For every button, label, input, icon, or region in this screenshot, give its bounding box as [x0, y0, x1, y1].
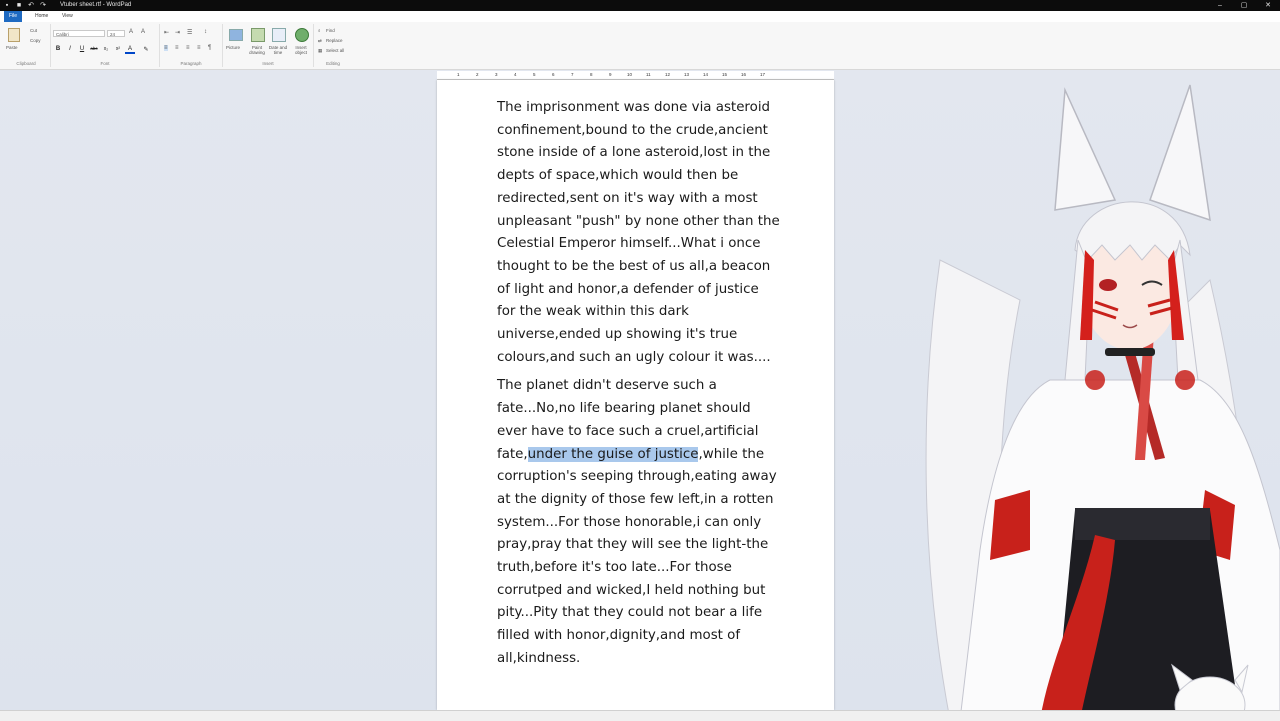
line-spacing-icon[interactable]: ↕ — [204, 29, 207, 35]
title-bar: ▪ ■ ↶ ↷ Vtuber sheet.rtf - WordPad – ▢ ✕ — [0, 0, 1280, 11]
ruler-tick: 17 — [760, 72, 766, 77]
picture-icon[interactable] — [229, 29, 243, 41]
font-family-select[interactable]: Calibri — [53, 30, 105, 37]
font-label: Font — [100, 61, 110, 66]
paragraph-1[interactable]: The imprisonment was done via asteroid c… — [497, 97, 781, 369]
paragraph-2-end[interactable]: ,while the corruption's seeping through,… — [497, 447, 777, 666]
decrease-indent-icon[interactable]: ⇤ — [164, 29, 169, 36]
paint-drawing-icon[interactable] — [251, 28, 265, 42]
paste-button[interactable]: Paste — [6, 45, 18, 50]
bullets-icon[interactable]: ☰ — [187, 29, 192, 36]
grow-font-icon[interactable]: A — [129, 29, 133, 35]
document-page[interactable]: The imprisonment was done via asteroid c… — [437, 80, 834, 710]
paste-icon[interactable] — [8, 28, 20, 42]
right-ear-icon — [1149, 84, 1211, 222]
insert-object-icon[interactable] — [295, 28, 309, 42]
increase-indent-icon[interactable]: ⇥ — [175, 29, 180, 36]
redo-icon[interactable]: ↷ — [38, 0, 48, 11]
save-icon[interactable]: ■ — [14, 0, 24, 11]
paragraph-label: Paragraph — [180, 61, 202, 66]
ruler-tick: 1 — [457, 72, 460, 77]
editing-group: ⌕ Find ⇄ Replace ▦ Select all Editing — [314, 24, 352, 67]
paragraph-group: ⇤ ⇥ ☰ ↕ ≡ ≡ ≡ ≡ ¶ Paragraph — [160, 24, 223, 67]
subscript-button[interactable]: x₂ — [101, 46, 111, 52]
paragraph-icon[interactable]: ¶ — [208, 45, 211, 51]
insert-object-button[interactable]: Insert object — [290, 45, 312, 55]
ruler-tick: 3 — [495, 72, 498, 77]
status-bar — [0, 710, 1280, 721]
left-ear-icon — [1054, 87, 1117, 211]
cut-button[interactable]: Cut — [30, 28, 37, 33]
ruler-tick: 11 — [646, 72, 651, 77]
underline-button[interactable]: U — [77, 46, 87, 52]
ruler-tick: 12 — [665, 72, 671, 77]
ruler-tick: 4 — [514, 72, 517, 77]
minimize-button[interactable]: – — [1208, 0, 1232, 11]
calendar-icon[interactable] — [272, 28, 286, 42]
ruler-tick: 6 — [552, 72, 555, 77]
close-button[interactable]: ✕ — [1256, 0, 1280, 11]
highlight-icon[interactable]: ✎ — [141, 46, 151, 53]
insert-group: Picture Paint drawing Date and time Inse… — [223, 24, 314, 67]
insert-label: Insert — [262, 61, 274, 66]
ruler-tick: 7 — [571, 72, 574, 77]
find-button[interactable]: Find — [326, 28, 335, 33]
strikethrough-button[interactable]: abc — [89, 46, 99, 51]
ruler-tick: 9 — [609, 72, 612, 77]
selected-text[interactable]: under the guise of justice — [527, 446, 699, 462]
vtuber-avatar — [925, 84, 1280, 720]
ruler-tick: 13 — [684, 72, 690, 77]
date-time-button[interactable]: Date and time — [267, 45, 289, 55]
ruler-tick: 15 — [722, 72, 728, 77]
picture-button[interactable]: Picture — [226, 45, 240, 50]
font-color-button[interactable]: A — [125, 46, 135, 54]
select-all-button[interactable]: Select all — [326, 48, 344, 53]
app-icon[interactable]: ▪ — [2, 0, 12, 11]
superscript-button[interactable]: x² — [113, 46, 123, 52]
ruler-tick: 10 — [627, 72, 633, 77]
paragraph-2[interactable]: The planet didn't deserve such a fate...… — [497, 375, 781, 670]
flower-icon — [1085, 370, 1105, 390]
justify-icon[interactable]: ≡ — [197, 45, 201, 51]
find-icon[interactable]: ⌕ — [318, 28, 321, 33]
replace-icon[interactable]: ⇄ — [318, 38, 322, 44]
copy-button[interactable]: Copy — [30, 38, 41, 43]
align-right-icon[interactable]: ≡ — [186, 45, 190, 51]
clipboard-label: Clipboard — [16, 61, 36, 66]
font-size-select[interactable]: 24 — [107, 30, 125, 37]
window-title: Vtuber sheet.rtf - WordPad — [60, 2, 132, 8]
bold-button[interactable]: B — [53, 46, 63, 52]
maximize-button[interactable]: ▢ — [1232, 0, 1256, 11]
ruler-tick: 2 — [476, 72, 479, 77]
flower-icon — [1175, 370, 1195, 390]
tab-home[interactable]: Home — [30, 11, 53, 22]
shrink-font-icon[interactable]: A — [141, 29, 145, 35]
italic-button[interactable]: I — [65, 46, 75, 52]
replace-button[interactable]: Replace — [326, 38, 343, 43]
undo-icon[interactable]: ↶ — [26, 0, 36, 11]
font-group: Calibri 24 A A B I U abc x₂ x² A ✎ Font — [51, 24, 160, 67]
ruler-tick: 14 — [703, 72, 709, 77]
ruler-tick: 5 — [533, 72, 536, 77]
ribbon: Paste Cut Copy Clipboard Calibri 24 A A … — [0, 22, 1280, 70]
editing-label: Editing — [326, 61, 340, 66]
select-all-icon[interactable]: ▦ — [318, 48, 322, 54]
ruler-tick: 8 — [590, 72, 593, 77]
document-text[interactable]: The imprisonment was done via asteroid c… — [497, 97, 781, 677]
horizontal-ruler[interactable]: 1 2 3 4 5 6 7 8 9 10 11 12 13 14 15 16 1… — [437, 71, 834, 80]
align-center-icon[interactable]: ≡ — [175, 45, 179, 51]
paint-drawing-button[interactable]: Paint drawing — [247, 45, 267, 55]
tab-file[interactable]: File — [4, 11, 23, 22]
tab-view[interactable]: View — [57, 11, 78, 22]
clipboard-group: Paste Cut Copy Clipboard — [2, 24, 51, 67]
ruler-tick: 16 — [741, 72, 747, 77]
align-left-icon[interactable]: ≡ — [164, 45, 168, 51]
